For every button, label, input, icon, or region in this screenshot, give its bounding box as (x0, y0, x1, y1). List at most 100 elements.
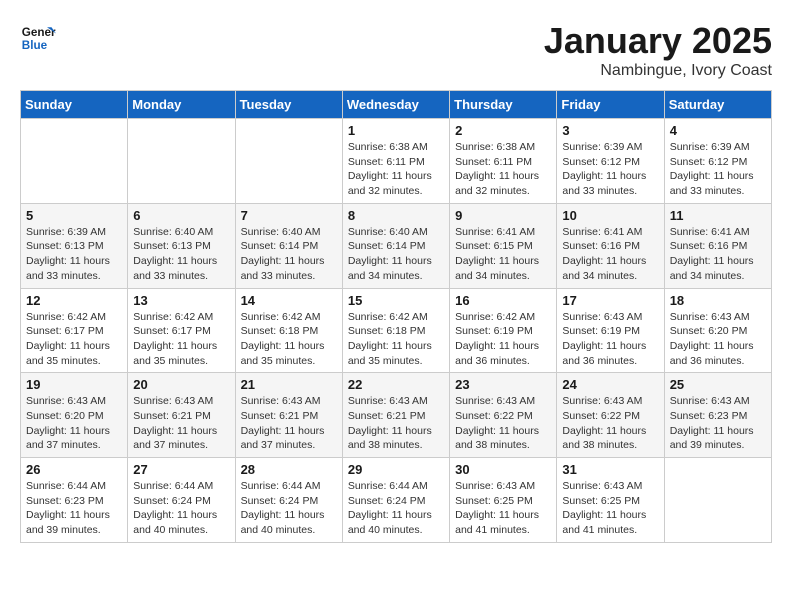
calendar-week-row: 12 Sunrise: 6:42 AMSunset: 6:17 PMDayligh… (21, 288, 772, 373)
calendar-cell: 20 Sunrise: 6:43 AMSunset: 6:21 PMDayligh… (128, 373, 235, 458)
day-number: 20 (133, 377, 229, 392)
day-info: Sunrise: 6:43 AMSunset: 6:19 PMDaylight:… (562, 310, 658, 369)
day-number: 22 (348, 377, 444, 392)
day-number: 24 (562, 377, 658, 392)
calendar-cell: 1Sunrise: 6:38 AMSunset: 6:11 PMDaylight… (342, 119, 449, 204)
calendar-cell: 13 Sunrise: 6:42 AMSunset: 6:17 PMDayligh… (128, 288, 235, 373)
day-number: 19 (26, 377, 122, 392)
calendar-cell: 25 Sunrise: 6:43 AMSunset: 6:23 PMDayligh… (664, 373, 771, 458)
calendar-week-row: 5Sunrise: 6:39 AMSunset: 6:13 PMDaylight… (21, 203, 772, 288)
calendar-week-row: 1 Sunrise: 6:38 AMSunset: 6:11 PMDaylight… (21, 119, 772, 204)
day-info: Sunrise: 6:43 AMSunset: 6:22 PMDaylight:… (562, 394, 658, 453)
calendar-week-row: 26 Sunrise: 6:44 AMSunset: 6:23 PMDayligh… (21, 458, 772, 543)
weekday-header-thursday: Thursday (450, 91, 557, 119)
day-info: Sunrise: 6:42 AMSunset: 6:17 PMDaylight:… (133, 310, 229, 369)
calendar-cell: 9 Sunrise: 6:41 AMSunset: 6:15 PMDaylight… (450, 203, 557, 288)
weekday-header-friday: Friday (557, 91, 664, 119)
day-number: 3 (562, 123, 658, 138)
calendar-cell: 10Sunrise: 6:41 AMSunset: 6:16 PMDayligh… (557, 203, 664, 288)
calendar-cell: 6 Sunrise: 6:40 AMSunset: 6:13 PMDaylight… (128, 203, 235, 288)
day-info: Sunrise: 6:43 AMSunset: 6:21 PMDaylight:… (348, 394, 444, 453)
day-info: Sunrise: 6:42 AMSunset: 6:17 PMDaylight:… (26, 310, 122, 369)
day-info: Sunrise: 6:43 AMSunset: 6:22 PMDaylight:… (455, 394, 551, 453)
calendar-cell: 28 Sunrise: 6:44 AMSunset: 6:24 PMDayligh… (235, 458, 342, 543)
day-info: Sunrise: 6:41 AMSunset: 6:15 PMDaylight:… (455, 225, 551, 284)
day-info: Sunrise: 6:44 AMSunset: 6:24 PMDaylight:… (348, 479, 444, 538)
day-number: 16 (455, 293, 551, 308)
day-info: Sunrise: 6:44 AMSunset: 6:24 PMDaylight:… (133, 479, 229, 538)
weekday-header-row: SundayMondayTuesdayWednesdayThursdayFrid… (21, 91, 772, 119)
page-header: General Blue January 2025 Nambingue, Ivo… (20, 20, 772, 80)
day-info: Sunrise: 6:43 AMSunset: 6:21 PMDaylight:… (241, 394, 337, 453)
calendar-cell: 8 Sunrise: 6:40 AMSunset: 6:14 PMDaylight… (342, 203, 449, 288)
day-info: Sunrise: 6:44 AMSunset: 6:23 PMDaylight:… (26, 479, 122, 538)
calendar-cell: 30 Sunrise: 6:43 AMSunset: 6:25 PMDayligh… (450, 458, 557, 543)
calendar-cell: 15 Sunrise: 6:42 AMSunset: 6:18 PMDayligh… (342, 288, 449, 373)
day-info: Sunrise: 6:42 AMSunset: 6:18 PMDaylight:… (241, 310, 337, 369)
day-info: Sunrise: 6:43 AMSunset: 6:20 PMDaylight:… (26, 394, 122, 453)
day-info: Sunrise: 6:43 AMSunset: 6:21 PMDaylight:… (133, 394, 229, 453)
calendar-cell: 11 Sunrise: 6:41 AMSunset: 6:16 PMDayligh… (664, 203, 771, 288)
logo-icon: General Blue (20, 20, 56, 56)
day-number: 21 (241, 377, 337, 392)
day-number: 17 (562, 293, 658, 308)
day-info: Sunrise: 6:41 AMSunset: 6:16 PMDaylight:… (670, 225, 766, 284)
day-number: 8 (348, 208, 444, 223)
day-info: Sunrise: 6:40 AMSunset: 6:14 PMDaylight:… (348, 225, 444, 284)
calendar-cell: 19 Sunrise: 6:43 AMSunset: 6:20 PMDayligh… (21, 373, 128, 458)
calendar-cell: 3 Sunrise: 6:39 AMSunset: 6:12 PMDaylight… (557, 119, 664, 204)
day-number: 2 (455, 123, 551, 138)
day-number: 9 (455, 208, 551, 223)
calendar-cell: 14 Sunrise: 6:42 AMSunset: 6:18 PMDayligh… (235, 288, 342, 373)
day-info: Sunrise: 6:42 AMSunset: 6:19 PMDaylight:… (455, 310, 551, 369)
weekday-header-monday: Monday (128, 91, 235, 119)
svg-text:Blue: Blue (22, 39, 48, 52)
month-title: January 2025 (544, 20, 772, 62)
day-number: 30 (455, 462, 551, 477)
weekday-header-tuesday: Tuesday (235, 91, 342, 119)
calendar-cell: 16 Sunrise: 6:42 AMSunset: 6:19 PMDayligh… (450, 288, 557, 373)
calendar-cell: 29 Sunrise: 6:44 AMSunset: 6:24 PMDayligh… (342, 458, 449, 543)
day-number: 28 (241, 462, 337, 477)
calendar-week-row: 19 Sunrise: 6:43 AMSunset: 6:20 PMDayligh… (21, 373, 772, 458)
day-number: 29 (348, 462, 444, 477)
calendar-table: SundayMondayTuesdayWednesdayThursdayFrid… (20, 90, 772, 543)
day-number: 1 (348, 123, 444, 138)
day-number: 18 (670, 293, 766, 308)
day-number: 23 (455, 377, 551, 392)
location-subtitle: Nambingue, Ivory Coast (544, 62, 772, 80)
day-info: Sunrise: 6:42 AMSunset: 6:18 PMDaylight:… (348, 310, 444, 369)
day-info: Sunrise: 6:44 AMSunset: 6:24 PMDaylight:… (241, 479, 337, 538)
day-number: 26 (26, 462, 122, 477)
calendar-cell: 4 Sunrise: 6:39 AMSunset: 6:12 PMDaylight… (664, 119, 771, 204)
weekday-header-wednesday: Wednesday (342, 91, 449, 119)
calendar-cell: 17 Sunrise: 6:43 AMSunset: 6:19 PMDayligh… (557, 288, 664, 373)
calendar-cell: 7 Sunrise: 6:40 AMSunset: 6:14 PMDaylight… (235, 203, 342, 288)
day-number: 25 (670, 377, 766, 392)
day-info: Sunrise: 6:40 AMSunset: 6:13 PMDaylight:… (133, 225, 229, 284)
day-info: Sunrise: 6:39 AMSunset: 6:12 PMDaylight:… (670, 140, 766, 199)
calendar-cell: 21 Sunrise: 6:43 AMSunset: 6:21 PMDayligh… (235, 373, 342, 458)
day-number: 13 (133, 293, 229, 308)
day-info: Sunrise: 6:39 AMSunset: 6:12 PMDaylight:… (562, 140, 658, 199)
day-number: 7 (241, 208, 337, 223)
day-number: 14 (241, 293, 337, 308)
day-number: 4 (670, 123, 766, 138)
day-number: 6 (133, 208, 229, 223)
calendar-cell (128, 119, 235, 204)
day-info: Sunrise: 6:38 AMSunset: 6:11 PMDaylight:… (455, 140, 551, 199)
day-info: Sunrise: 6:43 AMSunset: 6:23 PMDaylight:… (670, 394, 766, 453)
calendar-cell (664, 458, 771, 543)
calendar-cell: 24 Sunrise: 6:43 AMSunset: 6:22 PMDayligh… (557, 373, 664, 458)
day-number: 15 (348, 293, 444, 308)
day-info: Sunrise: 6:40 AMSunset: 6:14 PMDaylight:… (241, 225, 337, 284)
day-number: 12 (26, 293, 122, 308)
calendar-cell: 18Sunrise: 6:43 AMSunset: 6:20 PMDayligh… (664, 288, 771, 373)
calendar-cell (235, 119, 342, 204)
calendar-cell: 22 Sunrise: 6:43 AMSunset: 6:21 PMDayligh… (342, 373, 449, 458)
day-info: Sunrise: 6:43 AMSunset: 6:25 PMDaylight:… (455, 479, 551, 538)
day-number: 31 (562, 462, 658, 477)
day-number: 11 (670, 208, 766, 223)
calendar-cell (21, 119, 128, 204)
calendar-cell: 2 Sunrise: 6:38 AMSunset: 6:11 PMDaylight… (450, 119, 557, 204)
